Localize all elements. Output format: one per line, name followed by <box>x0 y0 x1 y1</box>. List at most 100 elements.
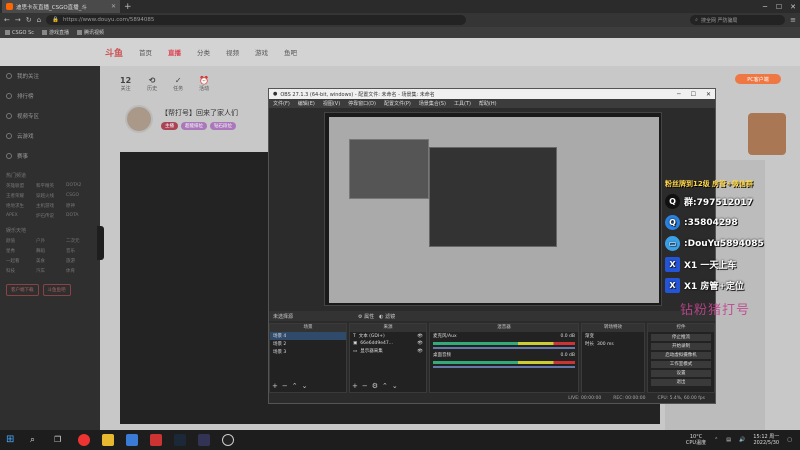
sidebar-collapse-handle[interactable] <box>97 226 104 260</box>
settings-button[interactable]: 设置 <box>651 370 711 377</box>
clock[interactable]: 15:12 周一 2022/5/30 <box>753 434 779 446</box>
close-window-icon[interactable]: ✕ <box>706 91 711 98</box>
pc-client-button[interactable]: PC客户端 <box>735 74 781 84</box>
filters-button[interactable]: ◐ 滤镜 <box>379 313 395 320</box>
minimize-window-icon[interactable]: ─ <box>677 91 681 98</box>
stat-history[interactable]: ⟲ 历史 <box>147 76 157 92</box>
app-icon[interactable] <box>150 434 162 446</box>
maximize-window-icon[interactable]: ☐ <box>691 91 696 98</box>
nav-yuba[interactable]: 鱼吧 <box>284 47 297 57</box>
virtual-cam-button[interactable]: 启动虚拟摄像机 <box>651 352 711 359</box>
volume-icon[interactable]: 🔊 <box>739 437 745 443</box>
menu-file[interactable]: 文件(F) <box>273 100 290 107</box>
remove-icon[interactable]: − <box>282 382 288 390</box>
exit-button[interactable]: 退出 <box>651 379 711 386</box>
network-icon[interactable]: ▤ <box>726 437 731 443</box>
stop-stream-button[interactable]: 停止推流 <box>651 334 711 341</box>
minimize-window-icon[interactable]: ─ <box>758 3 772 11</box>
source-item[interactable]: ▭ 显示器采集 👁 <box>350 347 426 355</box>
stat-task[interactable]: ✓ 任务 <box>173 76 183 92</box>
source-item[interactable]: ▣ 66e6dd9e47... 👁 <box>350 340 426 347</box>
sidebar-item-match[interactable]: 赛事 <box>0 146 100 166</box>
menu-icon[interactable]: ≡ <box>790 16 796 24</box>
down-icon[interactable]: ⌄ <box>302 382 308 390</box>
obs-icon[interactable] <box>222 434 234 446</box>
windows-start-icon[interactable]: ⊞ <box>6 434 18 446</box>
eye-icon[interactable]: 👁 <box>417 349 423 354</box>
add-icon[interactable]: + <box>272 382 278 390</box>
duration-field[interactable]: 时长 300 ms <box>582 340 644 348</box>
client-download-button[interactable]: 客户端下载 <box>6 284 39 296</box>
notification-icon[interactable]: ▢ <box>787 437 792 443</box>
bookmark-item[interactable]: 游戏直播 <box>42 29 69 36</box>
sidebar-item-cloud[interactable]: 云游戏 <box>0 126 100 146</box>
forward-icon[interactable]: → <box>15 16 21 24</box>
nav-games[interactable]: 游戏 <box>255 47 268 57</box>
down-icon[interactable]: ⌄ <box>392 382 398 390</box>
nav-video[interactable]: 视频 <box>226 47 239 57</box>
volume-slider[interactable] <box>433 366 575 368</box>
scene-item[interactable]: 场景 2 <box>270 340 346 348</box>
app-icon[interactable] <box>198 434 210 446</box>
search-icon[interactable]: ⌕ <box>30 434 42 446</box>
properties-button[interactable]: ⚙ 属性 <box>358 313 374 320</box>
browser-tab[interactable]: 迪思卡灰直播_CSGO直播_斗 ✕ <box>2 0 120 13</box>
new-tab-icon[interactable]: + <box>124 2 132 12</box>
obs-preview[interactable] <box>324 112 662 306</box>
maximize-window-icon[interactable]: ☐ <box>772 3 786 11</box>
nav-category[interactable]: 分类 <box>197 47 210 57</box>
source-item[interactable]: T 文本 (GDI+) 👁 <box>350 332 426 340</box>
gear-icon[interactable]: ⚙ <box>372 382 378 390</box>
home-icon[interactable]: ⌂ <box>37 16 41 24</box>
bookmark-item[interactable]: 腾讯视频 <box>77 29 104 36</box>
system-tray: 10°C CPU温度 ⌃ ▤ 🔊 15:12 周一 2022/5/30 ▢ <box>686 434 800 446</box>
yuba-button[interactable]: 斗鱼鱼吧 <box>42 284 71 296</box>
nav-home[interactable]: 首页 <box>139 47 152 57</box>
close-tab-icon[interactable]: ✕ <box>111 3 116 10</box>
up-icon[interactable]: ⌃ <box>292 382 298 390</box>
avatar[interactable] <box>125 105 153 133</box>
site-logo[interactable]: 斗鱼 <box>105 46 123 59</box>
room-tag[interactable]: 主播 <box>161 122 178 130</box>
remove-icon[interactable]: − <box>362 382 368 390</box>
stat-follow[interactable]: 12 关注 <box>120 76 131 92</box>
room-tag[interactable]: 超能排位 <box>181 122 207 130</box>
task-icon: ✓ <box>174 76 182 85</box>
chrome-icon[interactable] <box>78 434 90 446</box>
eye-icon[interactable]: 👁 <box>417 334 423 339</box>
refresh-icon[interactable]: ↻ <box>26 16 32 24</box>
transition-select[interactable]: 渐变 <box>582 332 644 340</box>
menu-docks[interactable]: 停靠窗口(D) <box>348 100 376 107</box>
menu-edit[interactable]: 编辑(E) <box>298 100 315 107</box>
url-bar[interactable]: 🔒 https://www.douyu.com/5894085 <box>46 15 467 25</box>
back-icon[interactable]: ← <box>4 16 10 24</box>
menu-view[interactable]: 视图(V) <box>323 100 340 107</box>
add-icon[interactable]: + <box>352 382 358 390</box>
studio-mode-button[interactable]: 工作室模式 <box>651 361 711 368</box>
menu-tools[interactable]: 工具(T) <box>454 100 471 107</box>
room-tag[interactable]: 钻石段位 <box>210 122 236 130</box>
task-view-icon[interactable]: ❐ <box>54 434 66 446</box>
store-icon[interactable] <box>126 434 138 446</box>
menu-scene-collection[interactable]: 场景集合(S) <box>419 100 446 107</box>
bookmark-item[interactable]: CSGO Sc <box>5 29 34 36</box>
stat-activity[interactable]: ⏰ 活动 <box>199 76 209 92</box>
file-explorer-icon[interactable] <box>102 434 114 446</box>
sidebar-item-follow[interactable]: 我的关注 <box>0 66 100 86</box>
promo-banner[interactable] <box>748 113 786 155</box>
menu-help[interactable]: 帮助(H) <box>479 100 497 107</box>
scene-item[interactable]: 场景 3 <box>270 348 346 356</box>
tray-expand-icon[interactable]: ⌃ <box>714 437 718 443</box>
menu-profile[interactable]: 配置文件(P) <box>384 100 411 107</box>
up-icon[interactable]: ⌃ <box>382 382 388 390</box>
search-input[interactable]: ⌕ 搜全网 严防骗局 <box>690 15 786 25</box>
steam-icon[interactable] <box>174 434 186 446</box>
eye-icon[interactable]: 👁 <box>417 341 423 346</box>
sidebar-item-rank[interactable]: 排行榜 <box>0 86 100 106</box>
volume-slider[interactable] <box>433 347 575 349</box>
start-record-button[interactable]: 开始录制 <box>651 343 711 350</box>
close-window-icon[interactable]: ✕ <box>786 3 800 11</box>
nav-live[interactable]: 直播 <box>168 47 181 57</box>
sidebar-item-video[interactable]: 视频专区 <box>0 106 100 126</box>
scene-item[interactable]: 场景 4 <box>270 332 346 340</box>
